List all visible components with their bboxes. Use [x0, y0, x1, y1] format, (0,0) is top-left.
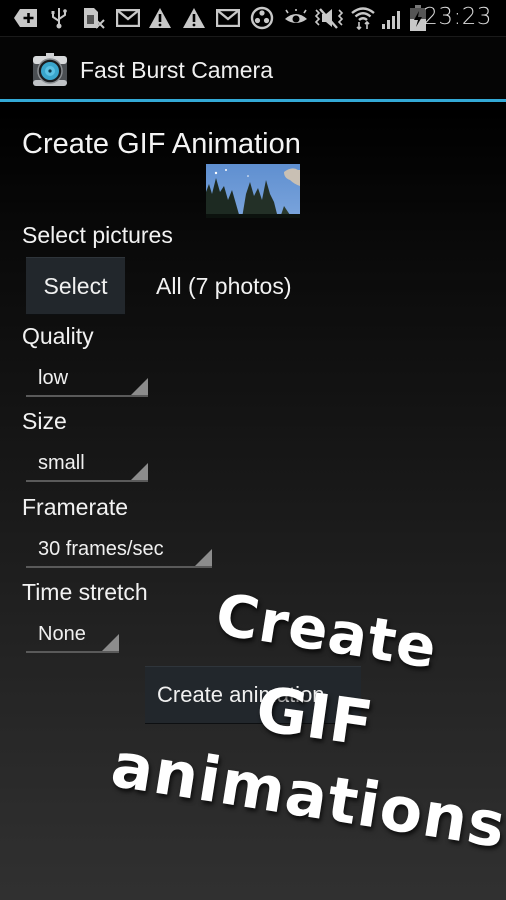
- usb-icon: [50, 6, 68, 30]
- size-dropdown[interactable]: small: [26, 450, 148, 482]
- clock: 23:23: [423, 4, 492, 30]
- size-value: small: [38, 452, 85, 474]
- size-label: Size: [22, 408, 67, 434]
- app-title: Fast Burst Camera: [80, 57, 273, 83]
- promo-text-line: GIF: [251, 672, 378, 761]
- select-pictures-button[interactable]: Select: [26, 257, 125, 314]
- media-reel-icon: [250, 6, 274, 30]
- no-sim-icon: [82, 6, 106, 30]
- action-bar: Fast Burst Camera: [0, 36, 506, 100]
- gmail-icon: [116, 6, 140, 30]
- select-pictures-label: Select pictures: [22, 222, 173, 248]
- quality-value: low: [38, 367, 69, 389]
- selected-photo-thumbnail[interactable]: [206, 164, 300, 218]
- gmail-icon: [216, 6, 240, 30]
- vibrate-mute-icon: [314, 6, 344, 30]
- time-stretch-label: Time stretch: [22, 579, 148, 605]
- warning-icon: [148, 6, 172, 30]
- warning-icon: [182, 6, 206, 30]
- framerate-label: Framerate: [22, 494, 129, 520]
- quality-label: Quality: [22, 323, 94, 349]
- add-notification-icon: [14, 6, 38, 30]
- dropdown-arrow-icon: [195, 549, 212, 566]
- time-stretch-dropdown[interactable]: None: [26, 621, 119, 653]
- dropdown-arrow-icon: [102, 634, 119, 651]
- camera-app-icon[interactable]: [32, 52, 68, 88]
- wifi-icon: [350, 6, 376, 30]
- selection-summary: All (7 photos): [156, 273, 292, 299]
- quality-dropdown[interactable]: low: [26, 365, 148, 397]
- signal-icon: [380, 6, 404, 30]
- time-stretch-value: None: [38, 623, 86, 645]
- action-bar-divider: [0, 99, 506, 102]
- dropdown-arrow-icon: [131, 463, 148, 480]
- page-title: Create GIF Animation: [22, 128, 301, 160]
- dropdown-arrow-icon: [131, 378, 148, 395]
- status-bar: 23:23: [0, 0, 506, 36]
- framerate-dropdown[interactable]: 30 frames/sec: [26, 536, 212, 568]
- eye-icon: [284, 6, 308, 30]
- framerate-value: 30 frames/sec: [38, 538, 164, 560]
